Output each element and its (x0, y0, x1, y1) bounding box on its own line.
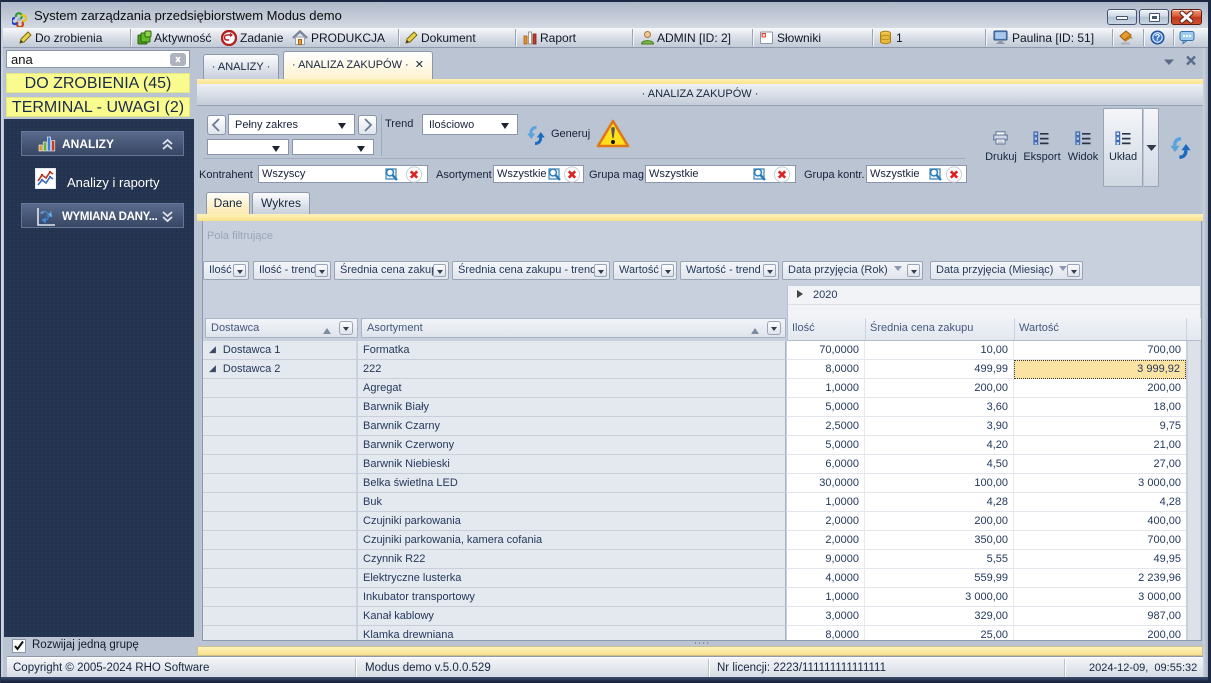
svg-text:?: ? (1155, 33, 1161, 43)
